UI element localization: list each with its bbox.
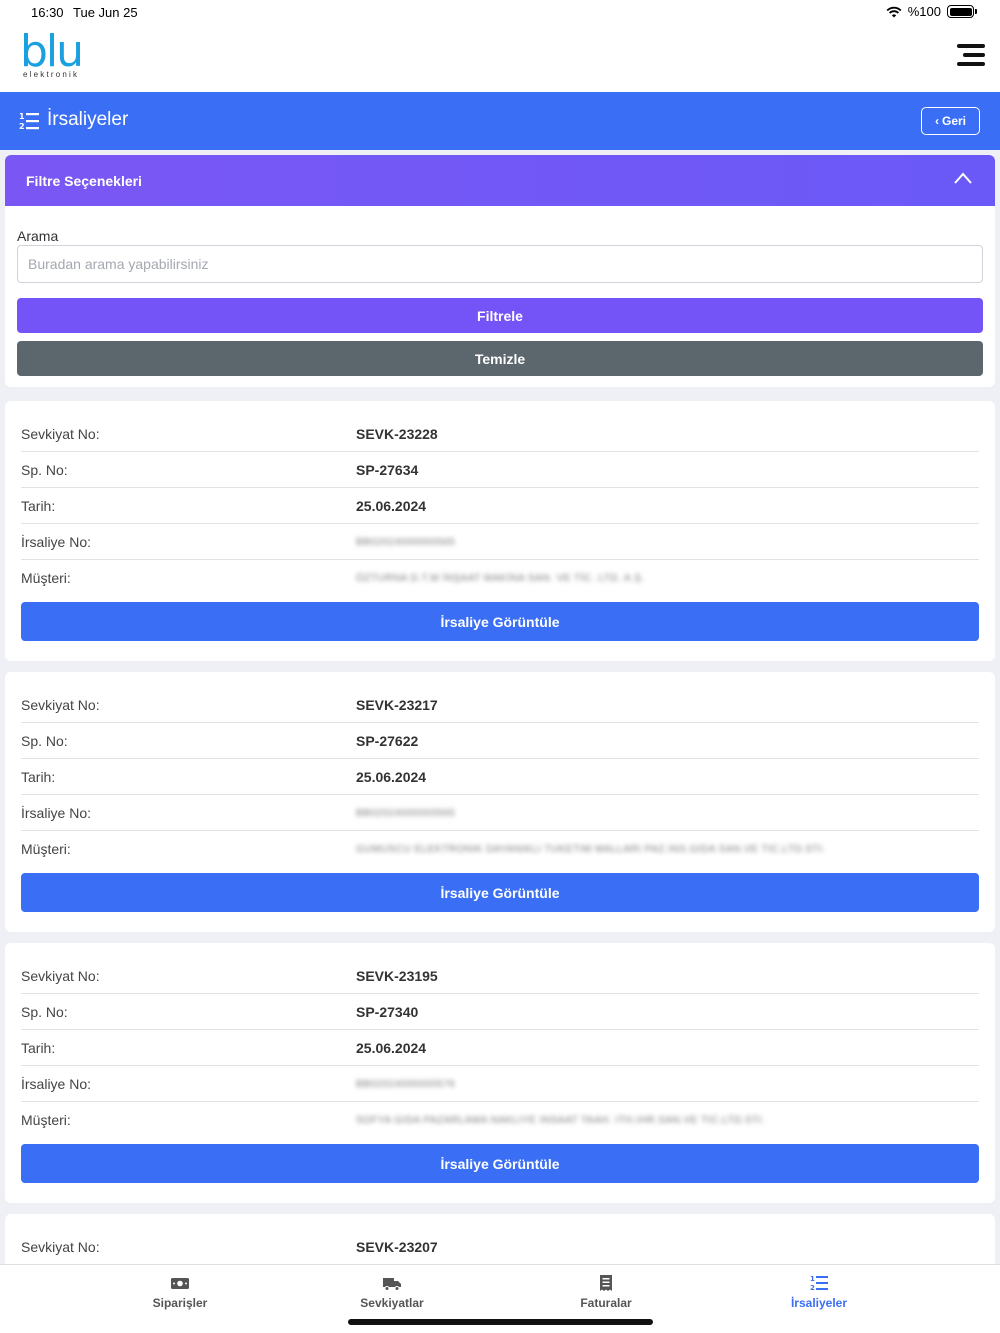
svg-text:2: 2 (19, 122, 25, 131)
row-waybill-no: İrsaliye No: BB02024000000576 (21, 1066, 979, 1102)
money-icon (171, 1278, 189, 1289)
row-customer: Müşteri: GUMUSCU ELEKTRONIK DAYANIKLI TU… (21, 831, 979, 867)
waybill-card: Sevkiyat No: SEVK-23228 Sp. No: SP-27634… (5, 401, 995, 661)
label-order-no: Sp. No: (21, 462, 68, 478)
label-shipment-no: Sevkiyat No: (21, 1239, 100, 1255)
label-order-no: Sp. No: (21, 1004, 68, 1020)
truck-icon (383, 1278, 401, 1291)
label-date: Tarih: (21, 769, 56, 785)
label-shipment-no: Sevkiyat No: (21, 697, 100, 713)
nav-item-invoices[interactable]: Faturalar (536, 1274, 676, 1310)
label-shipment-no: Sevkiyat No: (21, 968, 100, 984)
value-shipment-no: SEVK-23195 (356, 968, 438, 984)
row-shipment-no: Sevkiyat No: SEVK-23228 (21, 416, 979, 452)
label-customer: Müşteri: (21, 841, 71, 857)
label-waybill-no: İrsaliye No: (21, 1076, 92, 1092)
ordered-list-icon: 1 2 (19, 112, 39, 131)
label-order-no: Sp. No: (21, 733, 68, 749)
value-customer: ÖZTURNA D.T.M İNŞAAT MAKİNA SAN. VE TİC.… (356, 573, 645, 584)
battery-percent: %100 (907, 4, 941, 19)
value-date: 25.06.2024 (356, 1040, 427, 1056)
row-date: Tarih: 25.06.2024 (21, 759, 979, 795)
svg-text:1: 1 (810, 1275, 815, 1283)
value-customer: GUMUSCU ELEKTRONIK DAYANIKLI TUKETIM MAL… (356, 844, 826, 855)
nav-label-invoices: Faturalar (580, 1296, 632, 1310)
row-customer: Müşteri: ÖZTURNA D.T.M İNŞAAT MAKİNA SAN… (21, 560, 979, 596)
nav-label-waybills: İrsaliyeler (790, 1296, 848, 1310)
value-shipment-no: SEVK-23217 (356, 697, 438, 713)
label-customer: Müşteri: (21, 570, 71, 586)
wifi-icon (886, 6, 902, 17)
home-indicator (348, 1319, 653, 1325)
row-waybill-no: İrsaliye No: BB02024000000565 (21, 524, 979, 560)
back-button[interactable]: ‹ Geri (921, 107, 980, 135)
nav-label-shipments: Sevkiyatlar (360, 1296, 424, 1310)
status-time: 16:30 (31, 5, 64, 20)
view-waybill-button[interactable]: İrsaliye Görüntüle (21, 873, 979, 912)
waybill-card: Sevkiyat No: SEVK-23217 Sp. No: SP-27622… (5, 672, 995, 932)
value-order-no: SP-27340 (356, 1004, 419, 1020)
clear-button[interactable]: Temizle (17, 341, 983, 376)
svg-text:1: 1 (19, 112, 25, 121)
search-input[interactable] (17, 245, 983, 283)
label-waybill-no: İrsaliye No: (21, 805, 92, 821)
value-order-no: SP-27634 (356, 462, 419, 478)
receipt-icon (600, 1275, 612, 1291)
status-date: Tue Jun 25 (73, 5, 138, 20)
value-waybill-no: BB02024000000576 (356, 1079, 456, 1090)
page-title-bar: 1 2 İrsaliyeler ‹ Geri (0, 92, 1000, 150)
filter-header-title: Filtre Seçenekleri (26, 173, 142, 189)
logo-text: blu (20, 26, 84, 77)
label-shipment-no: Sevkiyat No: (21, 426, 100, 442)
filter-header[interactable]: Filtre Seçenekleri (5, 155, 995, 206)
view-waybill-button[interactable]: İrsaliye Görüntüle (21, 1144, 979, 1183)
row-date: Tarih: 25.06.2024 (21, 488, 979, 524)
row-order-no: Sp. No: SP-27622 (21, 723, 979, 759)
label-customer: Müşteri: (21, 1112, 71, 1128)
value-date: 25.06.2024 (356, 769, 427, 785)
value-shipment-no: SEVK-23228 (356, 426, 438, 442)
page-title: İrsaliyeler (47, 109, 129, 130)
label-date: Tarih: (21, 1040, 56, 1056)
status-right: %100 (886, 4, 977, 19)
filter-button[interactable]: Filtrele (17, 298, 983, 333)
row-shipment-no: Sevkiyat No: SEVK-23217 (21, 687, 979, 723)
row-date: Tarih: 25.06.2024 (21, 1030, 979, 1066)
filter-panel: Filtre Seçenekleri Arama Filtrele Temizl… (5, 155, 995, 387)
ordered-list-icon: 1 2 (810, 1275, 828, 1292)
nav-item-shipments[interactable]: Sevkiyatlar (322, 1274, 462, 1310)
brand-logo[interactable]: blu elektronik (20, 26, 84, 80)
label-waybill-no: İrsaliye No: (21, 534, 92, 550)
search-label: Arama (17, 228, 59, 244)
logo-subtext: elektronik (23, 70, 80, 79)
value-date: 25.06.2024 (356, 498, 427, 514)
row-shipment-no: Sevkiyat No: SEVK-23195 (21, 958, 979, 994)
nav-item-waybills[interactable]: 1 2 İrsaliyeler (749, 1274, 889, 1310)
view-waybill-button[interactable]: İrsaliye Görüntüle (21, 602, 979, 641)
app-header: blu elektronik (0, 24, 1000, 92)
battery-icon (947, 5, 977, 18)
value-shipment-no: SEVK-23207 (356, 1239, 438, 1255)
row-order-no: Sp. No: SP-27340 (21, 994, 979, 1030)
value-customer: SOFYA GIDA PAZARLAMA NAKLIYE INSAAT TAAH… (356, 1115, 766, 1126)
menu-icon[interactable] (957, 44, 985, 66)
svg-text:2: 2 (810, 1284, 815, 1292)
value-order-no: SP-27622 (356, 733, 419, 749)
value-waybill-no: BB02024000000565 (356, 808, 456, 819)
value-waybill-no: BB02024000000565 (356, 537, 456, 548)
row-customer: Müşteri: SOFYA GIDA PAZARLAMA NAKLIYE IN… (21, 1102, 979, 1138)
label-date: Tarih: (21, 498, 56, 514)
chevron-up-icon[interactable] (953, 171, 973, 185)
row-order-no: Sp. No: SP-27634 (21, 452, 979, 488)
chevron-left-icon: ‹ (934, 114, 939, 128)
nav-item-orders[interactable]: Siparişler (110, 1274, 250, 1310)
status-bar: 16:30 Tue Jun 25 %100 (0, 0, 1000, 24)
back-button-label: Geri (941, 114, 966, 128)
row-shipment-no: Sevkiyat No: SEVK-23207 (21, 1229, 979, 1265)
nav-label-orders: Siparişler (152, 1296, 208, 1310)
waybill-card: Sevkiyat No: SEVK-23195 Sp. No: SP-27340… (5, 943, 995, 1203)
row-waybill-no: İrsaliye No: BB02024000000565 (21, 795, 979, 831)
